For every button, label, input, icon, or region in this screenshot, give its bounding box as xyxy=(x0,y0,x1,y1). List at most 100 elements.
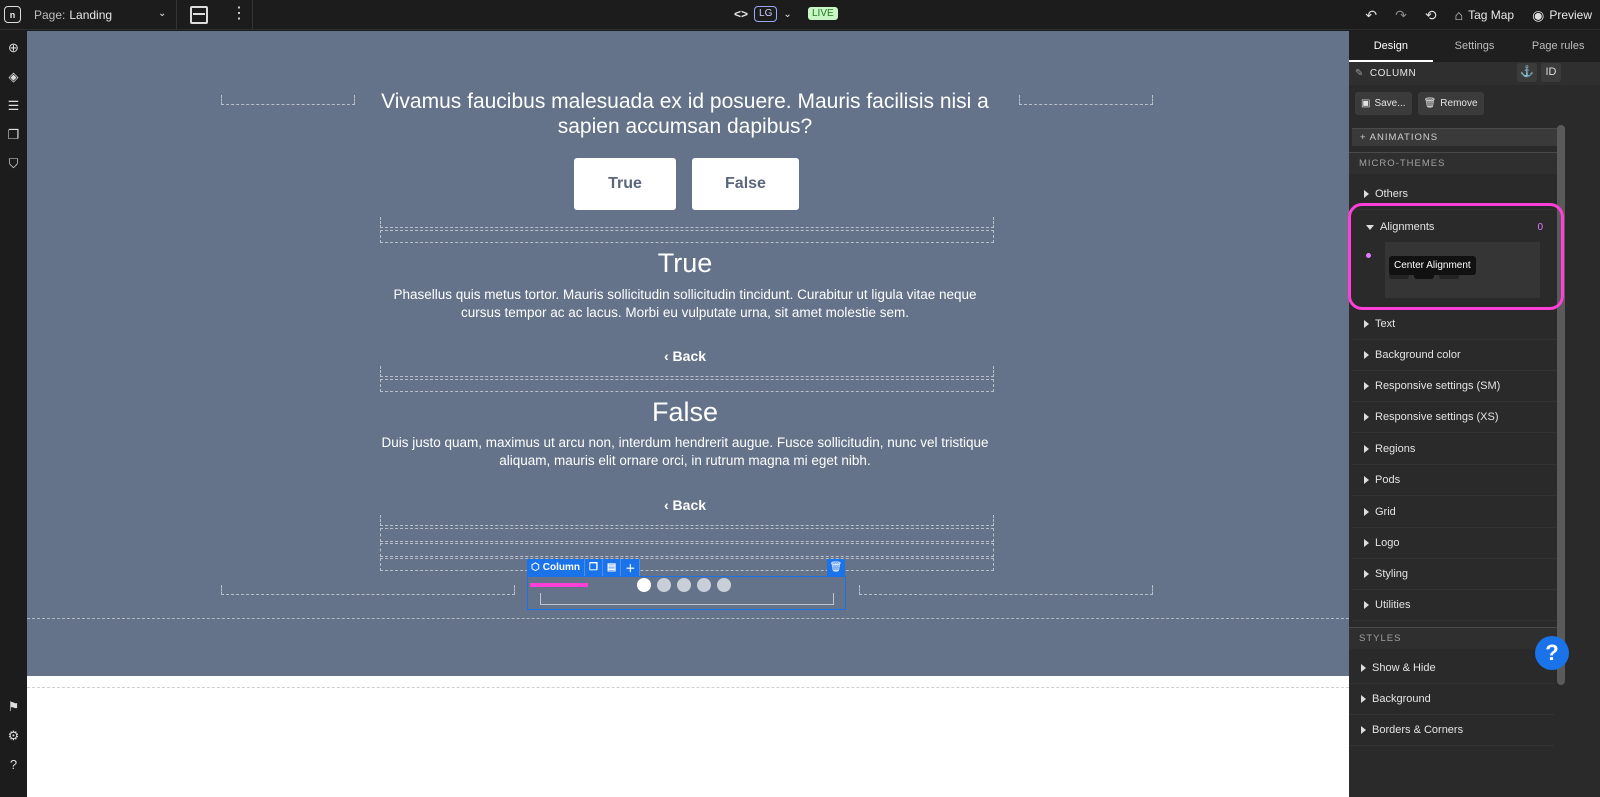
accordion-show-hide[interactable]: Show & Hide xyxy=(1349,653,1554,684)
live-status-badge: LIVE xyxy=(808,7,838,20)
empty-column-outline[interactable] xyxy=(859,585,1153,595)
anchor-icon[interactable]: ⚓ xyxy=(1517,63,1537,82)
row-outline xyxy=(380,366,994,377)
caret-right-icon xyxy=(1364,570,1369,578)
column-select-button[interactable]: ⬡ Column xyxy=(527,559,585,576)
empty-column-outline[interactable] xyxy=(1019,95,1153,105)
accordion-responsive-xs[interactable]: Responsive settings (XS) xyxy=(1352,402,1557,433)
accordion-styling[interactable]: Styling xyxy=(1352,559,1557,590)
true-result-body[interactable]: Phasellus quis metus tortor. Mauris soll… xyxy=(380,286,990,322)
false-result-title[interactable]: False xyxy=(380,396,990,428)
save-label: Save... xyxy=(1374,98,1406,109)
chevron-left-icon: ‹ xyxy=(663,348,673,364)
caret-right-icon xyxy=(1364,601,1369,609)
back-link-false[interactable]: ‹ Back xyxy=(380,497,990,513)
history-icon[interactable]: ⟲ xyxy=(1425,7,1437,24)
true-result-title[interactable]: True xyxy=(380,247,990,279)
divider xyxy=(252,0,253,30)
element-actions: ▣ Save... 🗑 Remove xyxy=(1349,86,1600,122)
id-button[interactable]: ID xyxy=(1541,63,1561,82)
carousel-dot[interactable] xyxy=(697,578,711,592)
row-outline xyxy=(380,528,994,542)
settings-icon[interactable]: ⚙ xyxy=(6,728,21,743)
pencil-icon[interactable]: ✎ xyxy=(1355,68,1364,79)
accordion-utilities[interactable]: Utilities xyxy=(1352,590,1557,621)
accordion-label: Background color xyxy=(1375,349,1461,361)
quiz-question[interactable]: Vivamus faucibus malesuada ex id posuere… xyxy=(380,89,990,139)
accordion-label: Show & Hide xyxy=(1372,662,1436,674)
tag-map-button[interactable]: ⌂ Tag Map xyxy=(1455,7,1515,23)
accordion-grid[interactable]: Grid xyxy=(1352,497,1557,528)
quiz-section[interactable]: Vivamus faucibus malesuada ex id posuere… xyxy=(27,31,1349,676)
layout-icon[interactable] xyxy=(190,6,208,24)
divider xyxy=(176,0,177,30)
tag-icon: ⌂ xyxy=(1454,7,1464,23)
true-answer-button[interactable]: True xyxy=(574,158,676,210)
store-icon[interactable]: ⛉ xyxy=(6,156,21,171)
app-logo-icon[interactable]: n xyxy=(4,6,21,23)
carousel-dot[interactable] xyxy=(677,578,691,592)
accordion-text[interactable]: Text xyxy=(1352,309,1557,340)
carousel-dot[interactable] xyxy=(657,578,671,592)
tab-design[interactable]: Design xyxy=(1349,31,1433,62)
micro-themes-heading: MICRO-THEMES xyxy=(1349,152,1559,174)
save-icon: ▣ xyxy=(1361,98,1371,109)
preview-button[interactable]: ◉ Preview xyxy=(1532,7,1592,24)
add-element-icon[interactable]: ⊕ xyxy=(6,40,21,55)
pages-icon[interactable]: ❐ xyxy=(6,127,21,142)
page-selector-label: Page: xyxy=(34,8,66,22)
tab-page-rules[interactable]: Page rules xyxy=(1516,31,1600,62)
false-result-body[interactable]: Duis justo quam, maximus ut arcu non, in… xyxy=(380,434,990,470)
accordion-label: Utilities xyxy=(1375,599,1411,611)
top-toolbar: n Page: Landing ⌄ ⋮ <> LG ⌄ LIVE ↶ ↷ ⟲ ⌂… xyxy=(0,0,1600,30)
trash-icon[interactable]: 🗑 xyxy=(827,559,845,576)
accordion-background[interactable]: Background xyxy=(1349,684,1554,715)
accordion-label: Background xyxy=(1372,693,1431,705)
false-answer-button[interactable]: False xyxy=(692,158,799,210)
accordion-background-color[interactable]: Background color xyxy=(1352,340,1557,371)
sections-icon[interactable]: ☰ xyxy=(6,98,21,113)
duplicate-icon[interactable]: ❐ xyxy=(585,559,603,576)
layout-icon[interactable]: ▤ xyxy=(603,559,622,576)
row-outline xyxy=(380,515,994,526)
accordion-label: Pods xyxy=(1375,474,1401,486)
code-icon[interactable]: <> xyxy=(734,7,748,21)
undo-icon[interactable]: ↶ xyxy=(1365,7,1377,24)
accordion-responsive-sm[interactable]: Responsive settings (SM) xyxy=(1352,371,1557,402)
carousel-dots xyxy=(637,578,731,592)
column-indicator-bar xyxy=(530,583,588,587)
breakpoint-badge: LG xyxy=(754,6,778,22)
accordion-label: Grid xyxy=(1375,506,1396,518)
empty-column-outline[interactable] xyxy=(221,585,515,595)
page-selector[interactable]: Page: Landing ⌄ xyxy=(34,0,166,30)
help-button[interactable]: ? xyxy=(1535,636,1569,670)
empty-column-outline[interactable] xyxy=(221,95,355,105)
add-icon[interactable]: ＋ xyxy=(621,559,641,576)
back-link-true[interactable]: ‹ Back xyxy=(380,348,990,364)
caret-right-icon xyxy=(1364,476,1369,484)
carousel-dot[interactable] xyxy=(717,578,731,592)
redo-icon[interactable]: ↷ xyxy=(1395,7,1407,24)
row-outline xyxy=(380,543,994,557)
page-selector-value: Landing xyxy=(69,8,113,22)
save-button[interactable]: ▣ Save... xyxy=(1355,92,1412,115)
layers-icon[interactable]: ◈ xyxy=(6,69,21,84)
more-menu-icon[interactable]: ⋮ xyxy=(231,5,247,23)
flag-icon[interactable]: ⚑ xyxy=(6,699,21,714)
accordion-logo[interactable]: Logo xyxy=(1352,528,1557,559)
breakpoint-selector[interactable]: <> LG ⌄ xyxy=(734,6,792,22)
caret-right-icon xyxy=(1361,664,1366,672)
accordion-borders-corners[interactable]: Borders & Corners xyxy=(1349,715,1554,746)
tab-settings[interactable]: Settings xyxy=(1433,31,1517,62)
carousel-dot[interactable] xyxy=(637,578,651,592)
selected-column[interactable] xyxy=(527,576,846,610)
help-circle-icon[interactable]: ? xyxy=(6,757,21,772)
accordion-label: Borders & Corners xyxy=(1372,724,1464,736)
chevron-left-icon: ‹ xyxy=(663,497,673,513)
animations-section[interactable]: + ANIMATIONS xyxy=(1352,128,1557,146)
chevron-down-icon: ⌄ xyxy=(783,8,792,20)
remove-button[interactable]: 🗑 Remove xyxy=(1417,92,1484,115)
section-divider xyxy=(27,618,1349,619)
accordion-regions[interactable]: Regions xyxy=(1352,434,1557,465)
accordion-pods[interactable]: Pods xyxy=(1352,465,1557,496)
